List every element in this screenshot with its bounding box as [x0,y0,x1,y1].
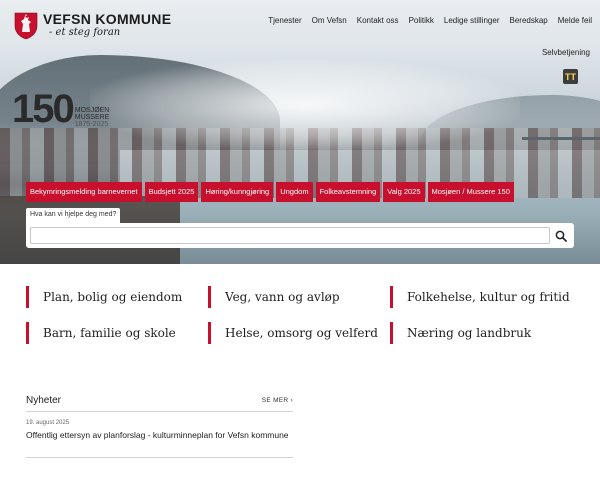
category-folkehelse[interactable]: Folkehelse, kultur og fritid [390,286,570,308]
quicklink-bekymringsmelding[interactable]: Bekymringsmelding barnevernet [26,182,142,202]
news-see-more-link[interactable]: SE MER › [262,397,293,404]
category-naering[interactable]: Næring og landbruk [390,322,560,344]
hero-bridge [522,137,600,140]
news-section: Nyheter SE MER › 19. august 2025 Offentl… [26,392,293,458]
category-veg-vann[interactable]: Veg, vann og avløp [208,286,378,308]
anniversary-number: 150 [12,87,75,131]
quicklink-valg[interactable]: Valg 2025 [383,182,425,202]
quicklink-ungdom[interactable]: Ungdom [276,182,313,202]
text-size-button[interactable]: TT [563,69,578,84]
top-navigation: Tjenester Om Vefsn Kontakt oss Politikk … [268,16,592,25]
category-helse-omsorg[interactable]: Helse, omsorg og velferd [208,322,378,344]
anniversary-logo[interactable]: 150 MOSJØEN MUSSERE 1875-2025 [12,87,110,131]
quicklink-folkeavstemning[interactable]: Folkeavstemning [315,182,381,202]
category-barn-familie[interactable]: Barn, familie og skole [26,322,196,344]
news-title: Nyheter [26,394,62,406]
search-label: Hva kan vi hjelpe deg med? [26,208,121,223]
nav-beredskap[interactable]: Beredskap [510,16,548,25]
nav-tjenester[interactable]: Tjenester [268,16,301,25]
logo-tagline: - et steg foran [49,27,121,38]
logo-name: VEFSN KOMMUNE [43,11,172,27]
news-divider [26,411,293,412]
category-plan-bolig[interactable]: Plan, bolig og eiendom [26,286,196,308]
quicklink-budsjett[interactable]: Budsjett 2025 [144,182,199,202]
anniversary-years: 1875-2025 [74,121,109,128]
nav-melde-feil[interactable]: Melde feil [558,16,592,25]
quicklink-horing[interactable]: Høring/kunngjøring [201,182,274,202]
anniversary-line1: MOSJØEN [74,107,110,114]
search-box [26,223,574,248]
quicklink-mosjoen-150[interactable]: Mosjøen / Mussere 150 [427,182,514,202]
anniversary-line2: MUSSERE [74,114,110,121]
news-divider [26,457,293,458]
nav-ledige-stillinger[interactable]: Ledige stillinger [444,16,500,25]
nav-kontakt-oss[interactable]: Kontakt oss [357,16,399,25]
selfservice-link[interactable]: Selvbetjening [542,48,590,57]
hero-fog [90,60,520,150]
quicklinks-bar: Bekymringsmelding barnevernet Budsjett 2… [26,182,514,202]
search-button[interactable] [552,227,570,245]
nav-om-vefsn[interactable]: Om Vefsn [312,16,347,25]
news-item[interactable]: 19. august 2025 Offentlig ettersyn av pl… [26,420,293,441]
coat-of-arms-icon [14,12,38,40]
news-item-headline[interactable]: Offentlig ettersyn av planforslag - kult… [26,429,293,441]
search-input[interactable] [30,227,550,244]
news-item-date: 19. august 2025 [26,420,70,426]
site-logo[interactable]: VEFSN KOMMUNE - et steg foran [14,12,171,40]
nav-politikk[interactable]: Politikk [409,16,434,25]
search-icon [555,230,567,242]
